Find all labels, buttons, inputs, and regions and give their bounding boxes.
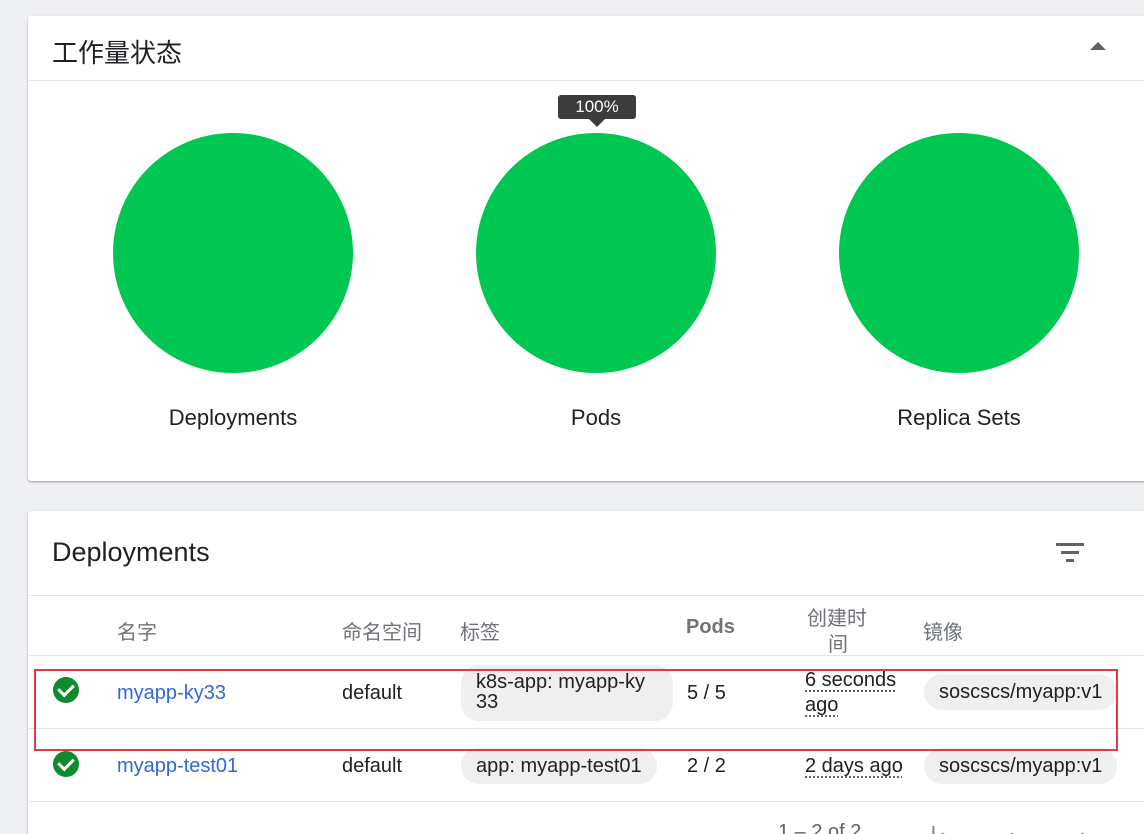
deployment-name-link[interactable]: myapp-ky33 — [117, 682, 226, 705]
pods-chart[interactable]: Pods — [476, 133, 716, 431]
label-chip[interactable]: k8s-app: myapp-ky 33 — [461, 665, 673, 721]
replica-sets-pie[interactable] — [839, 133, 1079, 373]
namespace-cell: default — [342, 682, 403, 704]
deployments-pie[interactable] — [113, 133, 353, 373]
column-header-created-line1[interactable]: 创建时 — [807, 602, 867, 631]
success-check-icon — [53, 751, 79, 777]
deployment-name-link[interactable]: myapp-test01 — [117, 755, 238, 778]
created-cell-line2: ago — [805, 694, 839, 716]
collapse-icon[interactable] — [1090, 42, 1106, 50]
image-chip[interactable]: soscscs/myapp:v1 — [924, 748, 1118, 784]
label-chip-line1: k8s-app: myapp-ky — [476, 671, 645, 693]
column-header-pods: Pods — [686, 616, 735, 638]
workload-status-card: 工作量状态 Deployments 100% Pods Replica Sets — [28, 16, 1144, 481]
pods-cell: 2 / 2 — [687, 755, 726, 777]
replica-sets-chart[interactable]: Replica Sets — [839, 133, 1079, 431]
previous-page-icon[interactable]: ‹ — [1006, 821, 1015, 834]
column-header-labels: 标签 — [460, 620, 500, 644]
pods-chart-tooltip: 100% — [558, 95, 636, 127]
filter-icon[interactable] — [1056, 541, 1086, 565]
table-row[interactable]: myapp-ky33 default k8s-app: myapp-ky 33 … — [28, 656, 1144, 729]
column-header-name[interactable]: 名字 — [117, 616, 157, 645]
replica-sets-chart-label: Replica Sets — [897, 405, 1021, 430]
first-page-icon[interactable]: |‹ — [930, 821, 945, 834]
table-header: 名字 命名空间 标签 Pods 创建时 间 镜像 — [28, 596, 1144, 656]
pods-pie[interactable] — [476, 133, 716, 373]
deployments-header: Deployments — [28, 511, 1144, 596]
deployments-title: Deployments — [52, 537, 210, 567]
deployments-chart[interactable]: Deployments — [113, 133, 353, 431]
table-row[interactable]: myapp-test01 default app: myapp-test01 2… — [28, 729, 1144, 802]
pods-chart-label: Pods — [570, 405, 622, 430]
deployments-card: Deployments 名字 命名空间 标签 Pods 创建时 间 镜像 mya… — [28, 511, 1144, 834]
created-cell-line1: 6 seconds — [805, 669, 897, 691]
next-page-icon[interactable]: › — [1080, 821, 1089, 834]
pagination-range: 1 – 2 of 2 — [778, 821, 862, 834]
workload-status-header: 工作量状态 — [28, 16, 1144, 81]
workload-status-title: 工作量状态 — [52, 39, 183, 69]
deployments-chart-label: Deployments — [168, 405, 298, 430]
image-chip[interactable]: soscscs/myapp:v1 — [924, 674, 1118, 710]
column-header-image: 镜像 — [923, 620, 963, 644]
success-check-icon — [53, 677, 79, 703]
namespace-cell: default — [342, 755, 403, 777]
created-cell: 2 days ago — [805, 755, 903, 777]
column-header-namespace[interactable]: 命名空间 — [342, 616, 422, 645]
label-chip-line2: 33 — [476, 691, 499, 713]
pods-cell: 5 / 5 — [687, 682, 726, 704]
label-chip[interactable]: app: myapp-test01 — [461, 748, 657, 784]
column-header-created-line2: 间 — [828, 632, 848, 656]
